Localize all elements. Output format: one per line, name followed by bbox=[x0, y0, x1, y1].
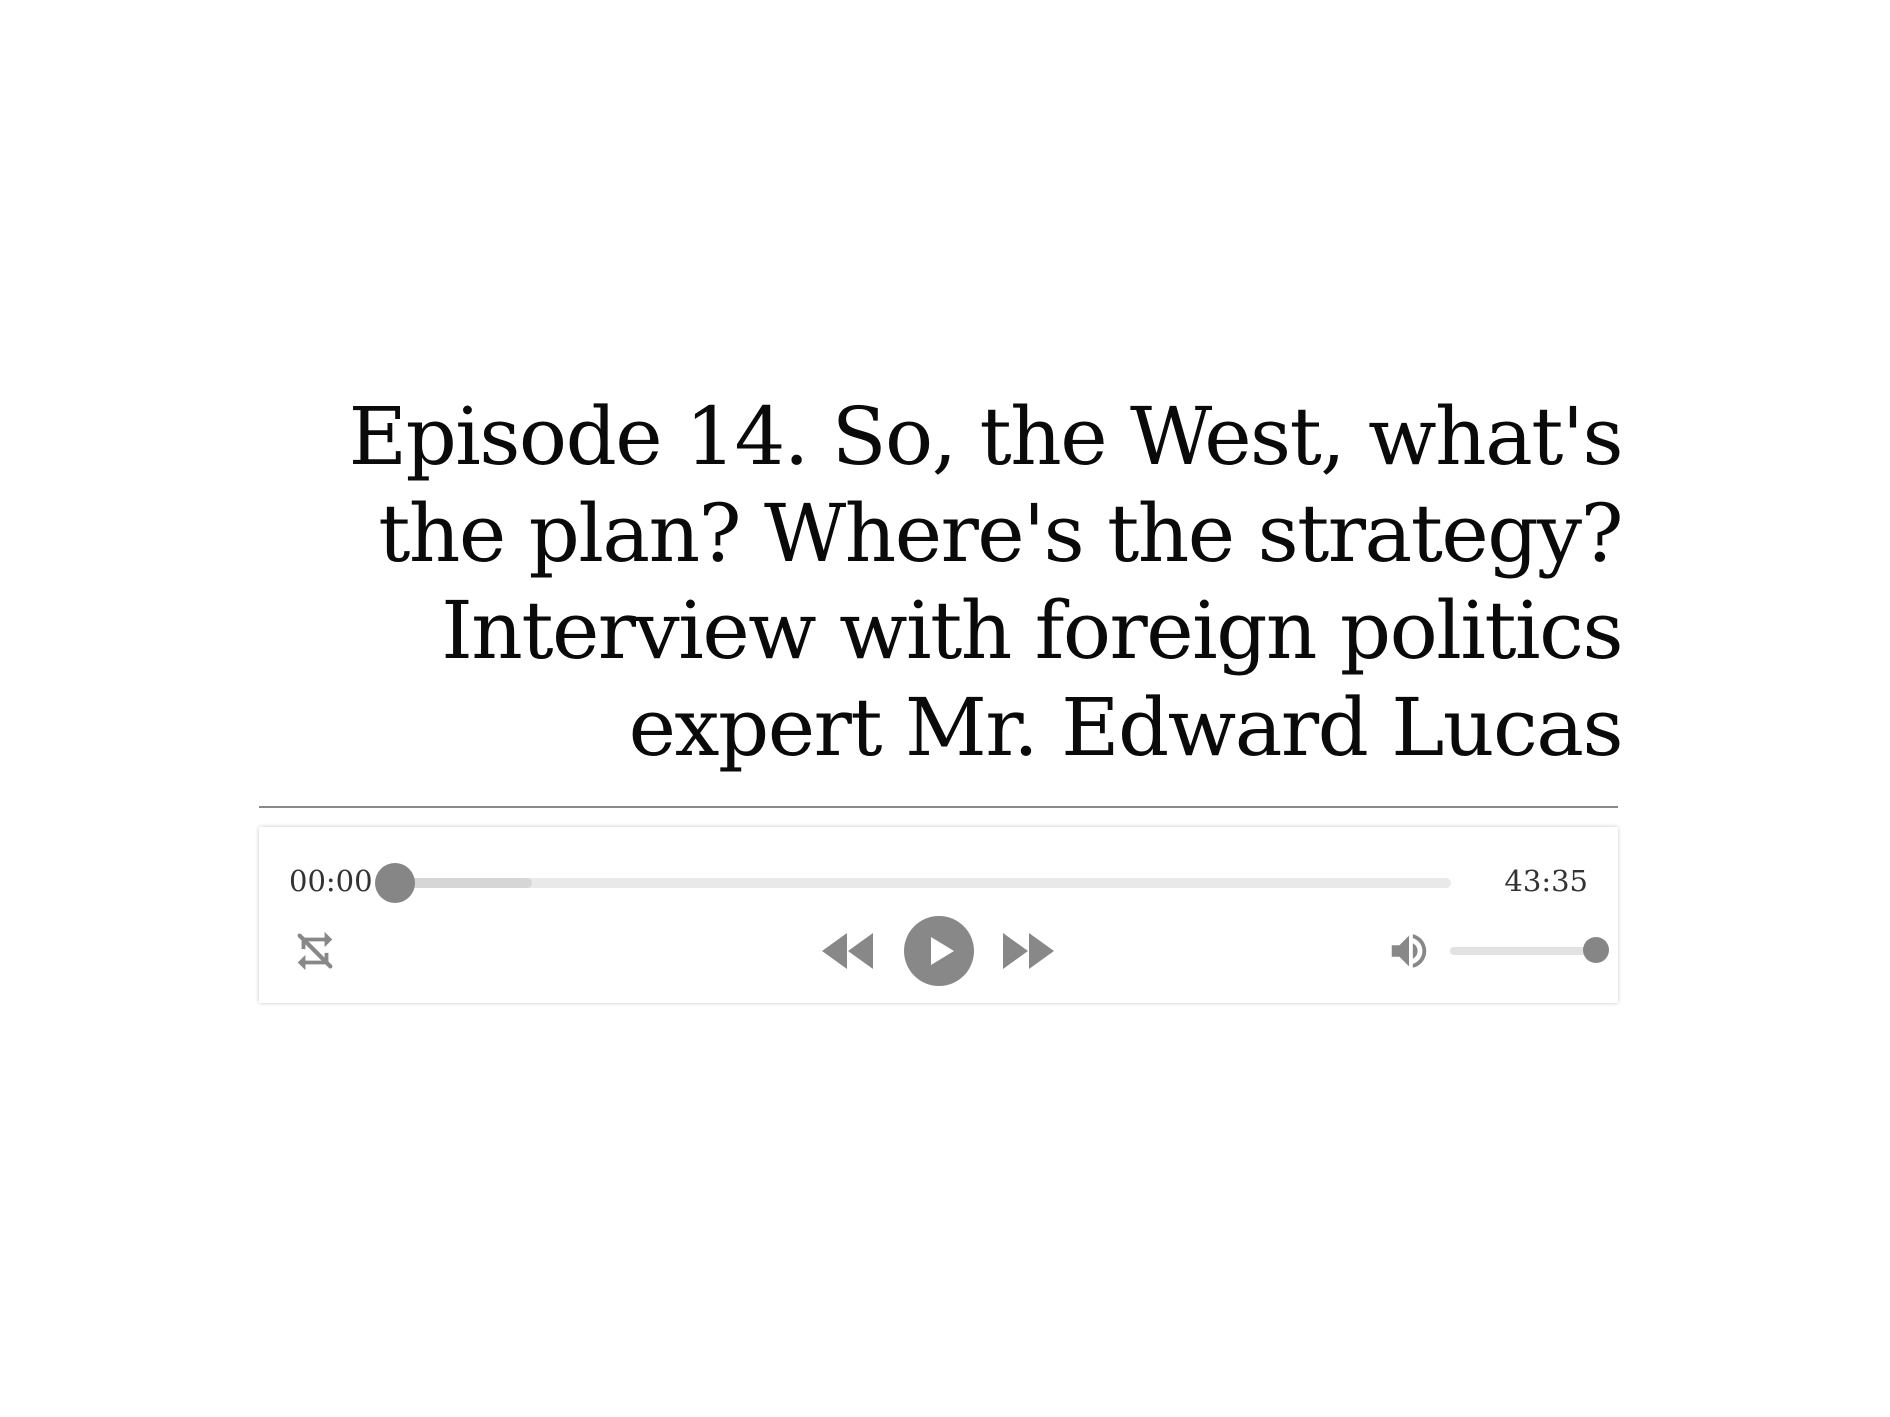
rewind-icon bbox=[822, 933, 873, 969]
fast-forward-icon bbox=[1003, 933, 1054, 969]
volume-icon bbox=[1391, 934, 1427, 968]
rewind-button[interactable] bbox=[820, 927, 876, 975]
duration-time: 43:35 bbox=[1504, 864, 1588, 898]
title-divider bbox=[259, 806, 1618, 808]
loop-off-icon bbox=[297, 931, 333, 971]
progress-thumb[interactable] bbox=[375, 863, 415, 903]
progress-buffered bbox=[395, 878, 533, 888]
play-icon bbox=[904, 916, 974, 986]
progress-rail bbox=[395, 878, 1451, 888]
loop-button[interactable] bbox=[289, 925, 341, 977]
volume-slider[interactable] bbox=[1450, 931, 1609, 971]
audio-player: 00:00 43:35 bbox=[259, 827, 1618, 1003]
volume-fill bbox=[1450, 947, 1596, 955]
volume-thumb[interactable] bbox=[1583, 937, 1609, 963]
volume-button[interactable] bbox=[1385, 927, 1433, 975]
play-button[interactable] bbox=[904, 916, 974, 986]
episode-title: Episode 14. So, the West, what's the pla… bbox=[348, 390, 1624, 774]
progress-bar[interactable] bbox=[375, 862, 1451, 903]
forward-button[interactable] bbox=[1000, 927, 1056, 975]
current-time: 00:00 bbox=[289, 864, 373, 898]
